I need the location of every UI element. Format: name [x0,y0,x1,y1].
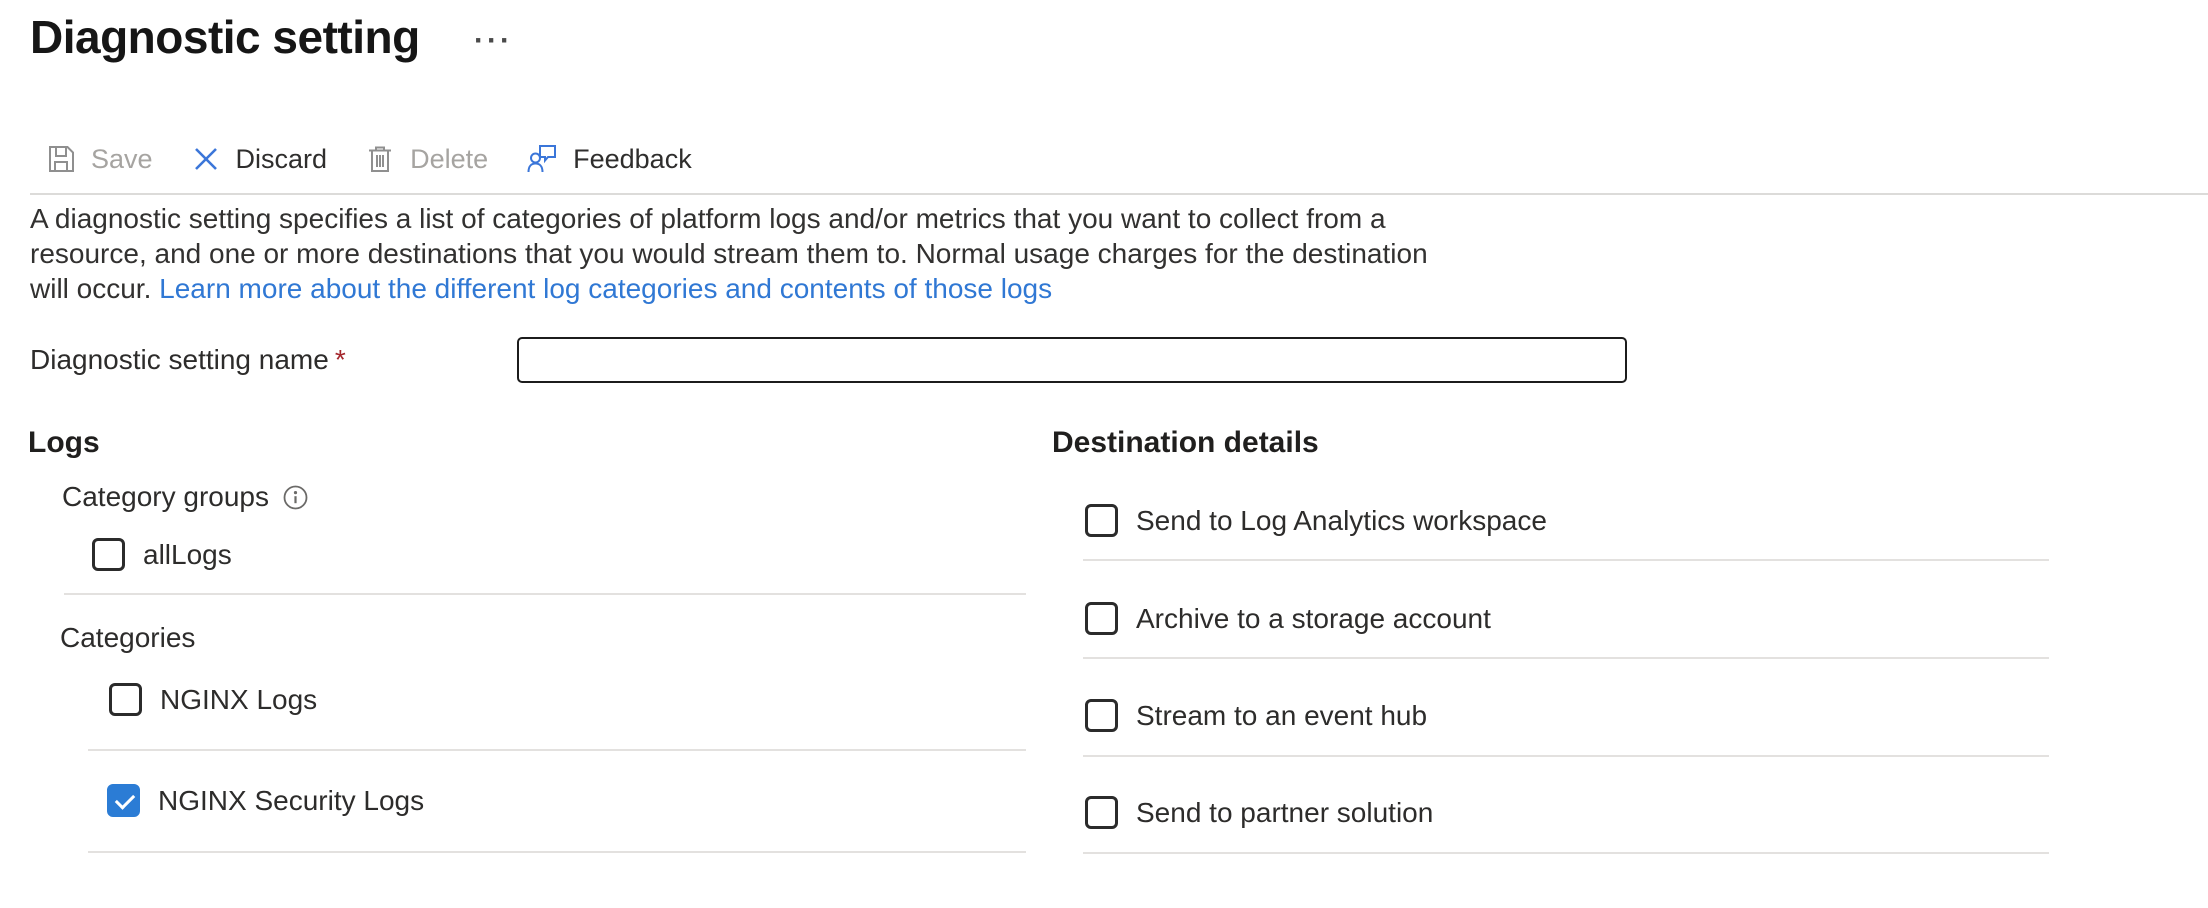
feedback-button[interactable]: Feedback [526,143,692,175]
feedback-person-icon [526,143,558,175]
discard-x-icon [191,144,221,174]
destination-details-heading: Destination details [1052,426,1319,460]
category-groups-label-text: Category groups [62,481,269,513]
categories-label: Categories [60,622,195,654]
logs-divider-3 [88,851,1026,853]
event-hub-label: Stream to an event hub [1136,700,1427,732]
feedback-label: Feedback [573,144,692,175]
checkbox-row-nginx-security-logs[interactable]: NGINX Security Logs [107,784,424,817]
toolbar-divider [30,193,2208,195]
nginx-logs-label: NGINX Logs [160,684,317,716]
destination-divider-4 [1083,852,2049,854]
log-analytics-checkbox[interactable] [1085,504,1118,537]
discard-button[interactable]: Discard [191,144,328,175]
delete-label: Delete [410,144,488,175]
checkbox-row-nginx-logs[interactable]: NGINX Logs [109,683,317,716]
logs-section-heading: Logs [28,426,100,460]
delete-button[interactable]: Delete [365,144,488,175]
log-analytics-label: Send to Log Analytics workspace [1136,505,1547,537]
category-groups-label: Category groups [62,481,308,513]
diagnostic-setting-page: Diagnostic setting ··· Save Discard [0,0,2208,908]
destination-divider-3 [1083,755,2049,757]
discard-label: Discard [236,144,328,175]
more-options-button[interactable]: ··· [470,20,517,62]
description-text: A diagnostic setting specifies a list of… [30,201,1435,306]
command-toolbar: Save Discard D [46,134,692,184]
required-asterisk: * [335,344,346,375]
name-field-label-text: Diagnostic setting name [30,344,329,375]
destination-divider-2 [1083,657,2049,659]
info-icon[interactable] [283,485,308,510]
checkbox-row-event-hub[interactable]: Stream to an event hub [1085,699,1427,732]
save-label: Save [91,144,153,175]
learn-more-link[interactable]: Learn more about the different log categ… [159,273,1052,304]
alllogs-label: allLogs [143,539,232,571]
logs-divider-1 [64,593,1026,595]
save-icon [46,144,76,174]
trash-icon [365,144,395,174]
checkbox-row-storage-account[interactable]: Archive to a storage account [1085,602,1491,635]
destination-divider-1 [1083,559,2049,561]
storage-account-label: Archive to a storage account [1136,603,1491,635]
diagnostic-setting-name-input[interactable] [517,337,1627,383]
alllogs-checkbox[interactable] [92,538,125,571]
partner-solution-label: Send to partner solution [1136,797,1433,829]
name-field-label: Diagnostic setting name* [30,344,346,376]
event-hub-checkbox[interactable] [1085,699,1118,732]
nginx-security-logs-label: NGINX Security Logs [158,785,424,817]
logs-divider-2 [88,749,1026,751]
partner-solution-checkbox[interactable] [1085,796,1118,829]
storage-account-checkbox[interactable] [1085,602,1118,635]
nginx-security-logs-checkbox[interactable] [107,784,140,817]
page-title: Diagnostic setting [30,10,420,64]
checkbox-row-alllogs[interactable]: allLogs [92,538,232,571]
checkbox-row-partner-solution[interactable]: Send to partner solution [1085,796,1433,829]
checkbox-row-log-analytics[interactable]: Send to Log Analytics workspace [1085,504,1547,537]
save-button[interactable]: Save [46,144,153,175]
nginx-logs-checkbox[interactable] [109,683,142,716]
